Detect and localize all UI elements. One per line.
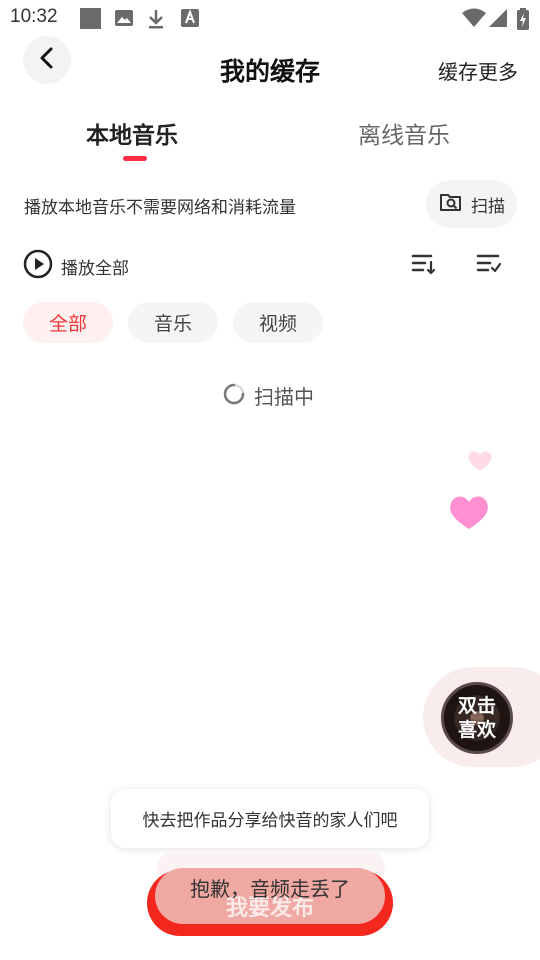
share-toast: 快去把作品分享给快音的家人们吧 [111,789,429,848]
scan-button[interactable]: 扫描 [426,180,517,228]
heart-icon [447,492,491,536]
active-tab-indicator [123,156,147,161]
scan-button-label: 扫描 [471,196,505,217]
scanning-status: 扫描中 [222,381,314,410]
battery-icon [516,8,530,34]
folder-search-icon [439,191,463,217]
multi-select-icon[interactable] [476,252,502,280]
sort-icon[interactable] [411,252,437,280]
info-text: 播放本地音乐不需要网络和消耗流量 [24,198,296,218]
cache-more-link[interactable]: 缓存更多 [438,56,518,85]
signal-icon [488,8,508,32]
image-icon [114,8,134,32]
square-icon [80,8,101,29]
heart-icon [466,449,494,477]
loading-spinner-icon [222,382,246,410]
play-all-button[interactable]: 播放全部 [23,249,129,283]
status-bar: 10:32 [0,0,540,36]
download-icon [146,8,166,34]
tab-local-music[interactable]: 本地音乐 [86,116,178,150]
play-all-label: 播放全部 [61,258,129,279]
text-a-icon [180,8,200,32]
play-circle-icon [23,249,53,283]
filter-chip-music[interactable]: 音乐 [128,302,218,343]
filter-chip-video[interactable]: 视频 [233,302,323,343]
wifi-icon [462,8,486,32]
like-text-line2: 喜欢 [457,719,496,741]
status-time: 10:32 [10,6,58,27]
scanning-label: 扫描中 [254,385,314,409]
error-toast: 抱歉，音频走丢了 [190,877,350,901]
filter-chip-all[interactable]: 全部 [23,302,113,343]
double-tap-like-button[interactable]: 双击 喜欢 [441,682,513,754]
tab-offline-music[interactable]: 离线音乐 [358,116,450,150]
like-text-line1: 双击 [457,695,496,717]
